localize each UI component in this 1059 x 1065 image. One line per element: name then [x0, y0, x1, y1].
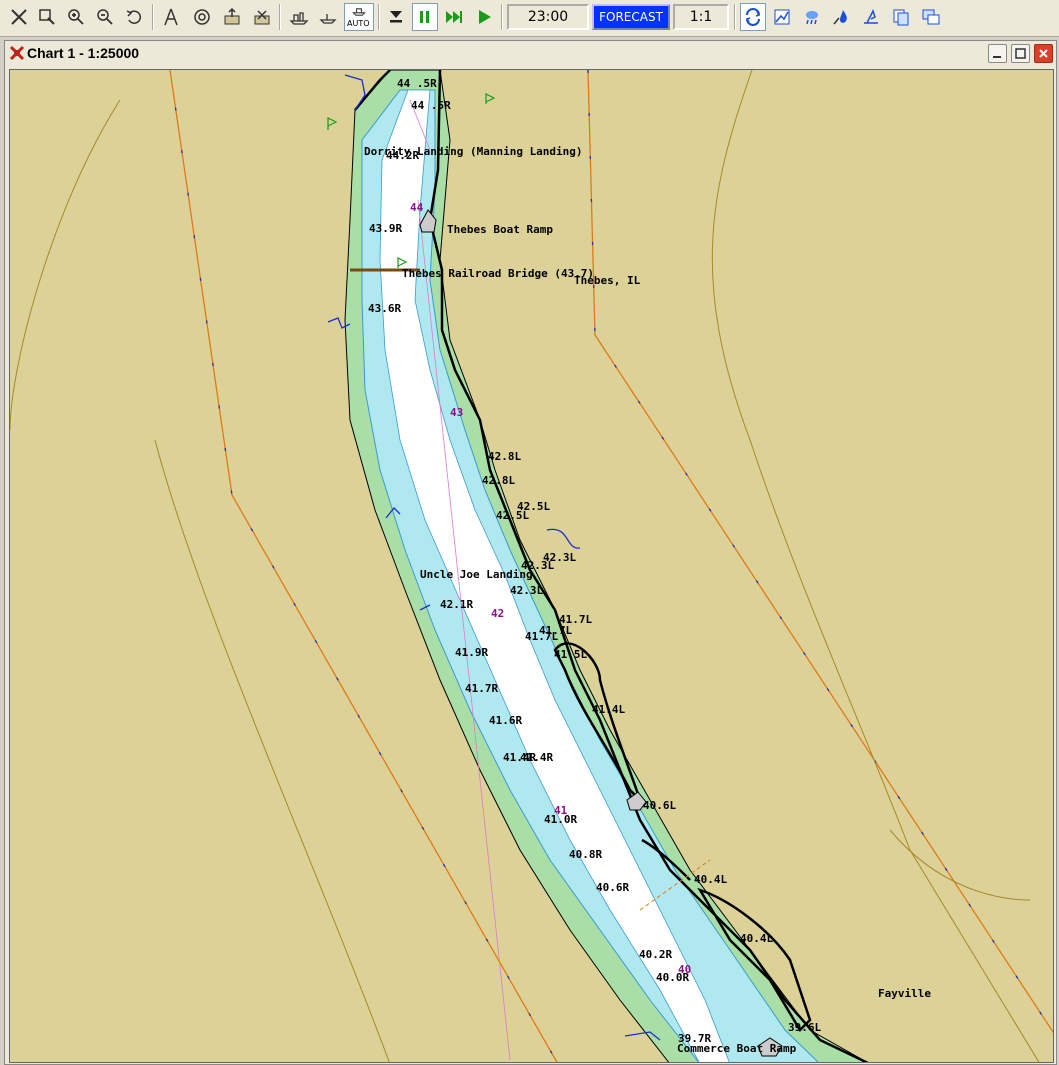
- place-label: Thebes Boat Ramp: [447, 223, 553, 236]
- water-drop-icon[interactable]: [828, 3, 854, 31]
- vessel-icon[interactable]: [286, 3, 312, 31]
- main-toolbar: AUTO 23:00 FORECAST 1:1: [0, 0, 1059, 37]
- chart-map[interactable]: Dorrity Landing (Manning Landing) Thebes…: [9, 69, 1054, 1063]
- river-mile: 42: [491, 607, 505, 620]
- mile-marker-label: 39.7R: [678, 1032, 712, 1045]
- mile-marker-label: 41.5L: [554, 648, 588, 661]
- compass-icon[interactable]: [158, 3, 184, 31]
- pause-button[interactable]: [412, 3, 438, 31]
- mile-marker-label: 40.4L: [694, 873, 728, 886]
- toolbar-separator: [734, 4, 736, 30]
- scale-field[interactable]: 1:1: [673, 4, 729, 30]
- mile-marker-label: 42.8L: [488, 450, 522, 463]
- window-title: Chart 1 - 1:25000: [27, 45, 140, 61]
- mile-marker-label: 44.2R: [386, 149, 420, 162]
- mile-marker-label: 41.6R: [489, 714, 523, 727]
- minimize-icon: [993, 56, 1001, 58]
- zoom-in-icon[interactable]: [63, 3, 89, 31]
- zoom-out-icon[interactable]: [92, 3, 118, 31]
- mile-marker-label: 42.3L: [510, 584, 544, 597]
- mile-marker-label: 42.5L: [496, 509, 530, 522]
- copy-icon[interactable]: [888, 3, 914, 31]
- place-label: Thebes Railroad Bridge (43.7): [402, 267, 595, 280]
- select-tool-icon[interactable]: [6, 3, 32, 31]
- river-mile: 44: [410, 201, 424, 214]
- mile-marker-label: 40.6L: [643, 799, 677, 812]
- mile-marker-label: 42.8L: [482, 474, 516, 487]
- target-icon[interactable]: [189, 3, 215, 31]
- undo-view-icon[interactable]: [121, 3, 147, 31]
- boat-icon[interactable]: [315, 3, 341, 31]
- place-label: Uncle Joe Landing: [420, 568, 533, 581]
- toolbar-separator: [279, 4, 281, 30]
- mile-marker-label: 39.6L: [788, 1021, 822, 1034]
- auto-vessel-button[interactable]: AUTO: [344, 3, 374, 31]
- maximize-icon: [1015, 48, 1026, 59]
- mile-marker-label: 40.0R: [656, 971, 690, 984]
- toolbar-separator: [378, 4, 380, 30]
- minimize-button[interactable]: [988, 44, 1007, 63]
- mile-marker-label: 42.1R: [440, 598, 474, 611]
- close-icon: [1039, 49, 1048, 58]
- close-button[interactable]: [1034, 44, 1053, 63]
- maximize-button[interactable]: [1011, 44, 1030, 63]
- import-icon[interactable]: [249, 3, 275, 31]
- river-mile: 43: [450, 406, 464, 419]
- mile-marker-label: 41.9R: [455, 646, 489, 659]
- forecast-button[interactable]: FORECAST: [592, 4, 670, 30]
- place-label: Fayville: [878, 987, 931, 1000]
- auto-label: AUTO: [347, 19, 370, 28]
- place-label: Thebes, IL: [574, 274, 641, 287]
- mile-marker-label: 44 .5R: [411, 99, 451, 112]
- mile-marker-label: 43.6R: [368, 302, 402, 315]
- mile-marker-label: 40.6R: [596, 881, 630, 894]
- graph-icon[interactable]: [769, 3, 795, 31]
- mile-marker-label: 41.4R: [520, 751, 554, 764]
- mile-marker-label: 40.4L: [740, 932, 774, 945]
- toolbar-separator: [152, 4, 154, 30]
- mile-marker-label: 41.7L: [525, 630, 559, 643]
- mile-marker-label: 41.0R: [544, 813, 578, 826]
- mile-marker-label: 41.7R: [465, 682, 499, 695]
- mile-marker-label: 40.2R: [639, 948, 673, 961]
- mile-marker-label: 40.8R: [569, 848, 603, 861]
- play-icon[interactable]: [471, 3, 497, 31]
- zoom-window-icon[interactable]: [34, 3, 60, 31]
- chart-app-icon: [9, 45, 25, 61]
- windows-icon[interactable]: [918, 3, 944, 31]
- mile-marker-label: 41.4L: [592, 703, 626, 716]
- mile-marker-label: 42.3L: [521, 559, 555, 572]
- chart-window: Chart 1 - 1:25000 Dorrity Landing (Manni…: [4, 40, 1057, 1065]
- skip-end-icon[interactable]: [383, 3, 409, 31]
- sync-arrows-icon[interactable]: [740, 3, 766, 31]
- export-icon[interactable]: [219, 3, 245, 31]
- weather-icon[interactable]: [799, 3, 825, 31]
- mile-marker-label: 44 .5R: [397, 77, 437, 90]
- navigation-icon[interactable]: [858, 3, 884, 31]
- fast-forward-icon[interactable]: [441, 3, 467, 31]
- window-titlebar: Chart 1 - 1:25000: [5, 41, 1056, 65]
- toolbar-separator: [501, 4, 503, 30]
- time-field[interactable]: 23:00: [507, 4, 589, 30]
- mile-marker-label: 43.9R: [369, 222, 403, 235]
